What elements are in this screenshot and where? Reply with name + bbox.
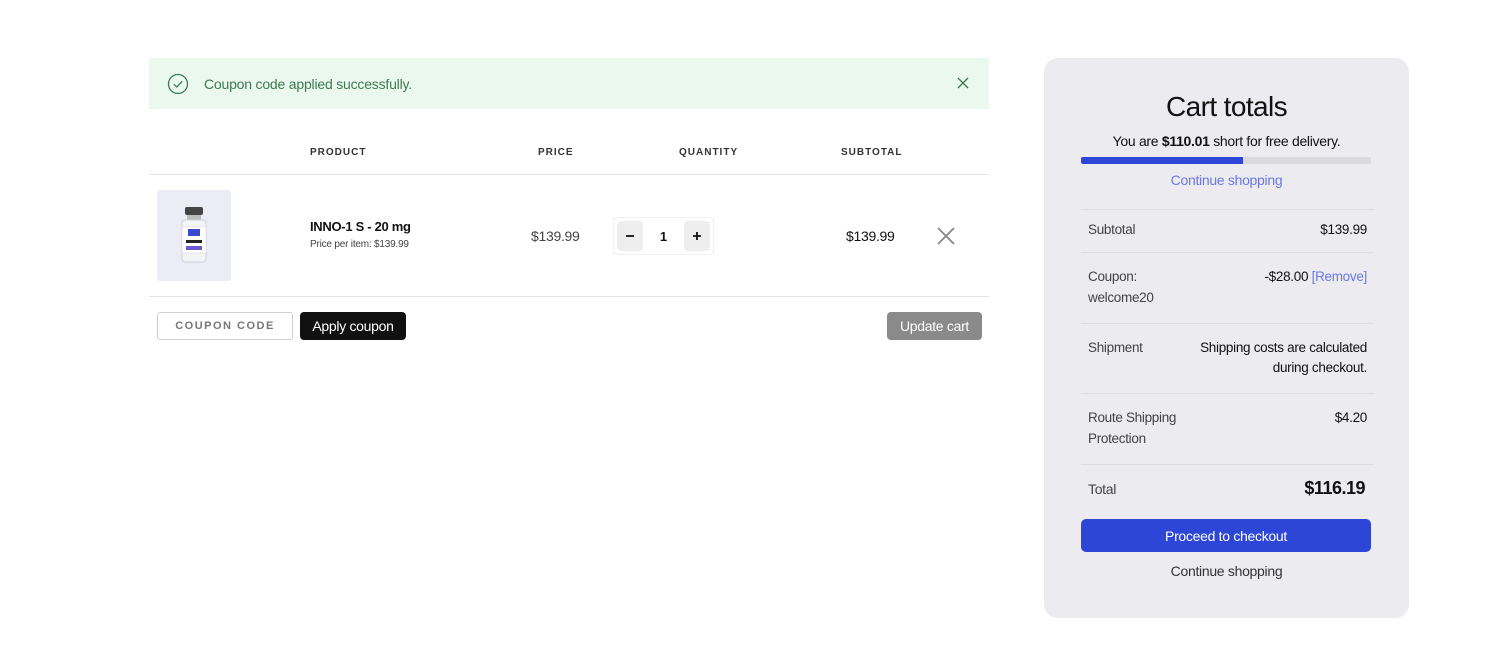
shipment-note-line1: Shipping costs are calculated [1200,340,1367,355]
total-label: Total [1088,481,1117,497]
column-header-subtotal: SUBTOTAL [841,147,903,158]
decrease-quantity-button[interactable] [617,221,643,251]
product-subtotal: $139.99 [846,228,895,244]
route-label-line2: Protection [1088,430,1146,446]
column-header-quantity: QUANTITY [679,147,739,158]
coupon-row: Coupon: welcome20 -$28.00 [Remove] [1081,253,1374,324]
free-delivery-message: You are $110.01 short for free delivery. [1044,133,1409,149]
vial-icon [181,206,207,262]
coupon-label-line1: Coupon: [1088,269,1137,284]
coupon-code-input[interactable] [157,312,293,340]
continue-shopping-button[interactable]: Continue shopping [1044,563,1409,579]
coupon-discount-value: -$28.00 [1264,269,1309,284]
quantity-stepper: 1 [613,217,714,255]
shipment-row: Shipment Shipping costs are calculated d… [1081,324,1374,394]
increase-quantity-button[interactable] [683,221,710,251]
cart-totals-title: Cart totals [1166,91,1288,122]
product-price: $139.99 [531,228,580,244]
table-row: INNO-1 S - 20 mg Price per item: $139.99… [149,175,989,297]
apply-coupon-button[interactable]: Apply coupon [300,312,406,340]
subtotal-row: Subtotal $139.99 [1081,209,1374,253]
shipment-label: Shipment [1088,340,1143,355]
free-delivery-suffix: short for free delivery. [1213,133,1341,149]
remove-item-icon[interactable] [935,225,957,247]
route-label-line1: Route Shipping [1088,410,1177,425]
progress-fill [1081,157,1244,164]
minus-icon [626,235,634,237]
column-header-product: PRODUCT [310,147,367,158]
product-image[interactable] [157,190,231,281]
close-icon[interactable] [955,75,971,91]
coupon-label: Coupon: welcome20 [1088,267,1154,308]
free-delivery-prefix: You are [1112,133,1159,149]
plus-icon [692,232,701,240]
column-header-price: PRICE [538,147,574,158]
subtotal-label: Subtotal [1088,222,1136,237]
check-circle-icon [167,73,189,95]
cart-actions: Apply coupon Update cart [149,297,989,357]
subtotal-value: $139.99 [1320,222,1367,237]
free-delivery-amount: $110.01 [1161,133,1210,149]
shipment-note-line2: during checkout. [1272,360,1368,375]
cart-table: PRODUCT PRICE QUANTITY SUBTOTAL INNO-1 S… [149,130,989,357]
route-protection-row: Route Shipping Protection $4.20 [1081,394,1374,465]
shipment-note: Shipping costs are calculated during che… [1200,338,1367,378]
price-per-item: Price per item: $139.99 [310,239,409,250]
coupon-value-wrap: -$28.00 [Remove] [1264,267,1367,287]
coupon-code-name: welcome20 [1088,289,1154,305]
quantity-value[interactable]: 1 [660,229,667,244]
update-cart-button[interactable]: Update cart [887,312,982,340]
cart-totals-panel: Cart totals You are $110.01 short for fr… [1044,58,1409,618]
total-value: $116.19 [1304,478,1365,498]
product-name[interactable]: INNO-1 S - 20 mg [310,219,411,234]
remove-coupon-link[interactable]: [Remove] [1312,269,1368,284]
free-delivery-progress-bar [1081,157,1371,164]
proceed-to-checkout-button[interactable]: Proceed to checkout [1081,519,1371,552]
route-protection-value: $4.20 [1334,410,1368,425]
table-header: PRODUCT PRICE QUANTITY SUBTOTAL [149,130,989,175]
route-protection-label: Route Shipping Protection [1088,408,1176,449]
notice-message: Coupon code applied successfully. [204,75,412,92]
coupon-success-notice: Coupon code applied successfully. [149,58,989,109]
continue-shopping-link[interactable]: Continue shopping [1044,172,1409,188]
